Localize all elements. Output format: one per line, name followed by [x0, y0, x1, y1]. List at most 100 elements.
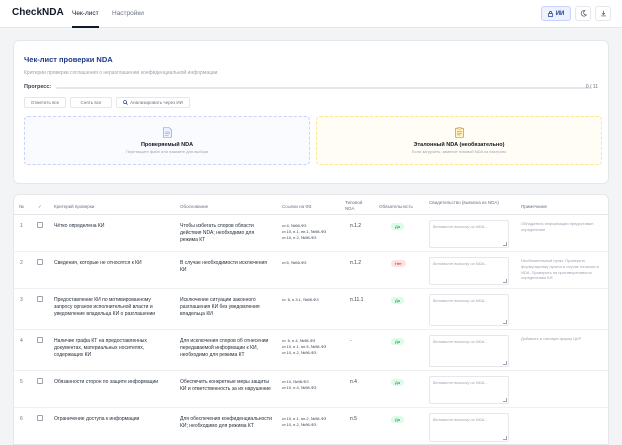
download-icon	[600, 10, 606, 17]
tab-settings[interactable]: Настройки	[112, 0, 144, 28]
checked-nda-subtitle: Перетащите файл или нажмите для выбора	[125, 149, 209, 154]
resize-grip-icon[interactable]	[503, 398, 507, 402]
table-row: 2 Сведения, которые не относятся к КИ В сл…	[14, 252, 608, 289]
table-row: 6 Ограничение доступа к информации Для обе…	[14, 408, 608, 444]
mandatory-badge: Да	[391, 338, 404, 345]
progress-count: 0 / 11	[585, 84, 598, 90]
mandatory-badge: Да	[391, 223, 404, 230]
brand-logo: CheckNDA	[12, 7, 64, 18]
table-row: 5 Обязанности сторон по защите информации…	[14, 371, 608, 408]
checklist-table: № ✓ Критерий проверки Обоснование Ссылки…	[13, 194, 609, 445]
evidence-placeholder: Вставьте выписку из NDA...	[433, 417, 488, 422]
row-reason: Исключение ситуации законного разглашени…	[180, 297, 260, 317]
table-row: 4 Наличие графа КТ на предоставленных док…	[14, 330, 608, 371]
row-checkbox[interactable]	[37, 222, 43, 228]
row-reason: Обеспечить конкретные меры защиты КИ и о…	[180, 379, 271, 392]
row-number: 1	[20, 223, 23, 229]
row-typical-nda: -	[350, 338, 352, 344]
evidence-textarea[interactable]: Вставьте выписку из NDA...	[429, 257, 509, 285]
card-subtitle: Критерии проверки соглашения о неразглаш…	[24, 70, 218, 76]
evidence-placeholder: Вставьте выписку из NDA...	[433, 224, 488, 229]
resize-grip-icon[interactable]	[503, 242, 507, 246]
ai-label: ИИ	[555, 10, 565, 17]
evidence-textarea[interactable]: Вставьте выписку из NDA...	[429, 220, 509, 248]
row-typical-nda: п.1.2	[350, 223, 362, 229]
col-header-reason: Обоснование	[180, 204, 209, 209]
theme-toggle-button[interactable]	[575, 6, 591, 21]
moon-icon	[580, 10, 587, 17]
tab-checklist[interactable]: Чек-лист	[72, 0, 99, 28]
resize-grip-icon[interactable]	[503, 436, 507, 440]
evidence-textarea[interactable]: Вставьте выписку из NDA...	[429, 376, 509, 404]
row-checkbox[interactable]	[37, 378, 43, 384]
row-criterion: Обязанности сторон по защите информации	[54, 379, 159, 385]
clipboard-icon	[454, 127, 464, 138]
row-reason: Для обеспечения конфиденциальности КИ; н…	[180, 416, 272, 429]
analyze-ai-label: Анализировать через ИИ	[130, 100, 183, 105]
row-checkbox[interactable]	[37, 415, 43, 421]
row-note: Добавить в типовую форму ЦКР	[521, 336, 582, 341]
mark-all-button[interactable]: Отметить все	[24, 97, 66, 108]
resize-grip-icon[interactable]	[503, 320, 507, 324]
lock-icon	[547, 10, 553, 17]
col-header-note: Примечание	[521, 204, 548, 209]
row-checkbox[interactable]	[37, 296, 43, 302]
row-criterion: Ограничение доступа к информации	[54, 416, 140, 422]
checklist-card: Чек-лист проверки NDA Критерии проверки …	[13, 40, 609, 184]
mandatory-badge: Да	[391, 297, 404, 304]
row-refs: ст.10, п.1, пп.2, №98-ФЗ ст.10, п.2, №98-…	[282, 416, 338, 428]
evidence-placeholder: Вставьте выписку из NDA...	[433, 298, 488, 303]
row-typical-nda: п.5	[350, 416, 357, 422]
evidence-placeholder: Вставьте выписку из NDA...	[433, 339, 488, 344]
mandatory-badge: Да	[391, 416, 404, 423]
row-note: Необязательный пункт. Проверить формулир…	[521, 258, 599, 281]
row-typical-nda: п.4	[350, 379, 357, 385]
row-number: 5	[20, 379, 23, 385]
progress-bar	[56, 87, 592, 89]
row-ref-item: ст.10, п.2, №98-ФЗ	[282, 234, 317, 240]
row-refs: ст.5, №98-ФЗ	[282, 260, 338, 266]
reference-nda-subtitle: Если загрузить, заменит типовой NDA из н…	[412, 149, 506, 154]
search-icon	[123, 100, 128, 105]
row-ref-item: ст.10, п.2, №98-ФЗ	[282, 421, 317, 427]
row-refs: ст.10, №98-ФЗ ст.10, п.4, №98-ФЗ	[282, 379, 338, 391]
row-refs: ст.4, №98-ФЗ ст.10, п.1, пп.1, №98-ФЗ ст.1…	[282, 223, 338, 240]
row-typical-nda: п.11.1	[350, 297, 364, 303]
row-checkbox[interactable]	[37, 337, 43, 343]
progress-label: Прогресс:	[24, 84, 52, 90]
row-ref-item: ст.5, №98-ФЗ	[282, 260, 307, 265]
evidence-placeholder: Вставьте выписку из NDA...	[433, 380, 488, 385]
resize-grip-icon[interactable]	[503, 361, 507, 365]
resize-grip-icon[interactable]	[503, 279, 507, 283]
col-header-check: ✓	[38, 204, 42, 209]
table-row: 3 Предоставление КИ по мотивированному за…	[14, 289, 608, 330]
col-header-num: №	[19, 204, 24, 209]
row-ref-item: ст.10, п.2, №98-ФЗ	[282, 349, 317, 355]
reset-all-button[interactable]: Снять все	[70, 97, 112, 108]
card-title: Чек-лист проверки NDA	[24, 55, 113, 64]
row-note: Обладатель информации предоставил опреде…	[521, 221, 594, 232]
evidence-textarea[interactable]: Вставьте выписку из NDA...	[429, 294, 509, 326]
row-criterion: Предоставление КИ по мотивированному зап…	[54, 297, 156, 317]
row-number: 6	[20, 416, 23, 422]
row-criterion: Наличие графа КТ на предоставленных доку…	[54, 338, 147, 358]
col-header-mandatory: Обязательность	[379, 204, 413, 209]
reference-nda-dropzone[interactable]: Эталонный NDA (необязательно) Если загру…	[316, 116, 602, 165]
row-number: 2	[20, 260, 23, 266]
row-ref-item: ст.10, п.4, №98-ФЗ	[282, 384, 317, 390]
row-refs: ст. 6, п.3.1, №98-ФЗ	[282, 297, 338, 303]
mandatory-badge: Да	[391, 379, 404, 386]
evidence-textarea[interactable]: Вставьте выписку из NDA...	[429, 413, 509, 442]
checked-nda-title: Проверяемый NDA	[140, 142, 194, 148]
evidence-textarea[interactable]: Вставьте выписку из NDA...	[429, 335, 509, 367]
reference-nda-title: Эталонный NDA (необязательно)	[413, 142, 505, 148]
row-refs: ст. 6, п.4, №98-ФЗ ст.10, п.1, пп.5, №98-…	[282, 338, 338, 355]
row-checkbox[interactable]	[37, 259, 43, 265]
download-button[interactable]	[595, 6, 611, 21]
document-icon	[162, 127, 172, 138]
row-criterion: Сведения, которые не относятся к КИ	[54, 260, 142, 266]
row-reason: Чтобы избегать споров области действия N…	[180, 223, 255, 243]
ai-toggle-button[interactable]: ИИ	[541, 6, 571, 21]
checked-nda-dropzone[interactable]: Проверяемый NDA Перетащите файл или нажм…	[24, 116, 310, 165]
analyze-ai-button[interactable]: Анализировать через ИИ	[116, 97, 190, 108]
